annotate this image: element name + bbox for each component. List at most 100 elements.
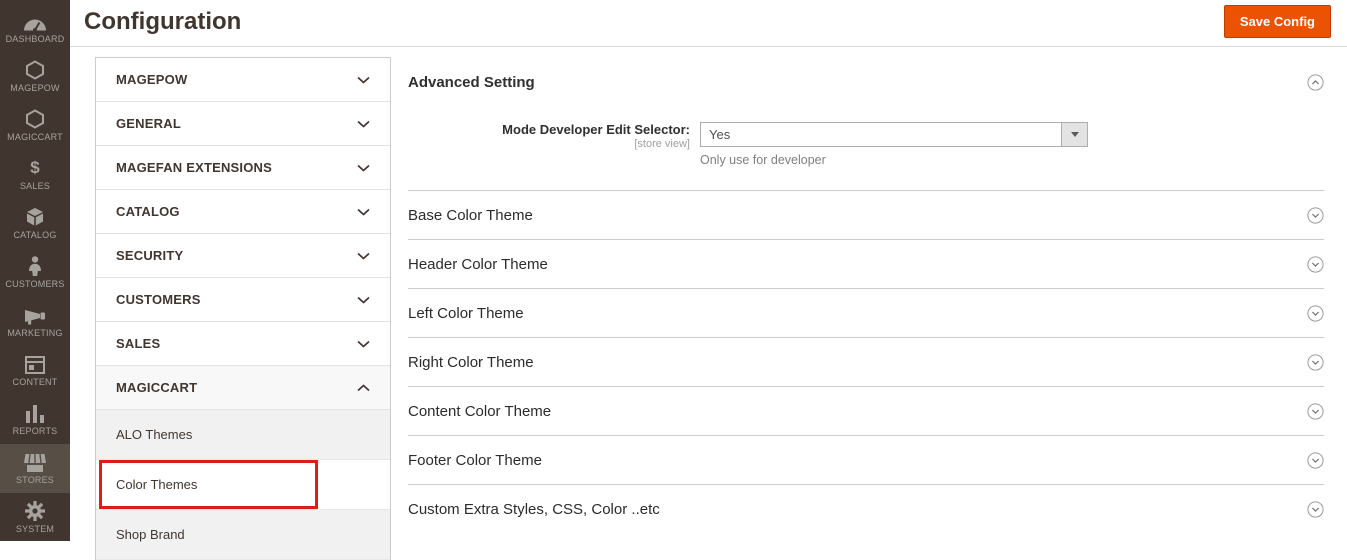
sidebar-item-sales[interactable]: $ SALES (0, 150, 70, 199)
config-nav-magefan-extensions[interactable]: MAGEFAN EXTENSIONS (96, 146, 390, 190)
collapse-circle-down-icon[interactable] (1307, 206, 1324, 224)
collapse-circle-up-icon[interactable] (1307, 74, 1324, 91)
sidebar-item-customers[interactable]: CUSTOMERS (0, 248, 70, 297)
sidebar-item-stores[interactable]: STORES (0, 444, 70, 493)
collapse-circle-down-icon[interactable] (1307, 353, 1324, 371)
page-title: Configuration (84, 8, 242, 35)
config-nav-label: CATALOG (116, 204, 180, 219)
subitem-shop-brand[interactable]: Shop Brand (96, 510, 390, 560)
chevron-down-icon (357, 159, 370, 177)
field-input-column: Yes Only use for developer (700, 122, 1088, 167)
sidebar-item-magepow[interactable]: MAGEPOW (0, 52, 70, 101)
mode-developer-field-row: Mode Developer Edit Selector: [store vie… (408, 122, 1324, 167)
hexagon-icon (25, 60, 45, 80)
chevron-down-icon (357, 335, 370, 353)
chevron-up-icon (357, 379, 370, 397)
config-nav-label: GENERAL (116, 116, 181, 131)
config-nav-magiccart[interactable]: MAGICCART (96, 366, 390, 410)
section-title: Custom Extra Styles, CSS, Color ..etc (408, 500, 660, 518)
box-icon (25, 207, 45, 227)
field-label: Mode Developer Edit Selector: (502, 122, 690, 137)
advanced-setting-header[interactable]: Advanced Setting (408, 74, 1324, 91)
config-nav-label: CUSTOMERS (116, 292, 201, 307)
chevron-down-icon (357, 115, 370, 133)
config-nav-label: MAGEPOW (116, 72, 188, 87)
section-right-color-theme[interactable]: Right Color Theme (408, 337, 1324, 386)
config-nav-security[interactable]: SECURITY (96, 234, 390, 278)
section-left-color-theme[interactable]: Left Color Theme (408, 288, 1324, 337)
config-nav-label: SALES (116, 336, 161, 351)
section-custom-extra-styles[interactable]: Custom Extra Styles, CSS, Color ..etc (408, 484, 1324, 533)
field-label-column: Mode Developer Edit Selector: [store vie… (408, 122, 700, 167)
config-nav-label: MAGEFAN EXTENSIONS (116, 160, 273, 175)
sidebar-item-dashboard[interactable]: DASHBOARD (0, 3, 70, 52)
scope-hint: [store view] (634, 138, 690, 150)
sidebar-item-label: MAGICCART (7, 132, 63, 142)
section-title: Base Color Theme (408, 206, 533, 224)
save-config-button[interactable]: Save Config (1223, 5, 1331, 38)
gear-icon (25, 501, 45, 521)
chevron-down-icon (357, 71, 370, 89)
sidebar-item-label: SALES (19, 181, 51, 191)
sidebar-item-label: CONTENT (12, 377, 58, 387)
section-title: Left Color Theme (408, 304, 524, 322)
chevron-down-icon (357, 291, 370, 309)
admin-sidebar: DASHBOARD MAGEPOW MAGICCART $ SALES CATA… (0, 0, 70, 541)
config-section-nav: MAGEPOW GENERAL MAGEFAN EXTENSIONS CATAL… (95, 57, 391, 560)
config-nav-label: MAGICCART (116, 380, 198, 395)
sidebar-item-marketing[interactable]: MARKETING (0, 297, 70, 346)
sidebar-item-catalog[interactable]: CATALOG (0, 199, 70, 248)
config-nav-general[interactable]: GENERAL (96, 102, 390, 146)
sidebar-item-system[interactable]: SYSTEM (0, 493, 70, 542)
field-comment: Only use for developer (700, 153, 826, 167)
config-nav-sales[interactable]: SALES (96, 322, 390, 366)
subitem-color-themes[interactable]: Color Themes (96, 460, 390, 510)
sidebar-item-label: REPORTS (12, 426, 58, 436)
sidebar-item-content[interactable]: CONTENT (0, 346, 70, 395)
sidebar-item-label: STORES (15, 475, 55, 485)
config-nav-magepow[interactable]: MAGEPOW (96, 58, 390, 102)
person-icon (28, 256, 42, 276)
section-title: Header Color Theme (408, 255, 548, 273)
hexagon-icon (25, 109, 45, 129)
config-nav-catalog[interactable]: CATALOG (96, 190, 390, 234)
config-nav-customers[interactable]: CUSTOMERS (96, 278, 390, 322)
sidebar-item-label: CUSTOMERS (5, 279, 65, 289)
collapse-circle-down-icon[interactable] (1307, 451, 1324, 469)
chevron-down-icon (357, 203, 370, 221)
sidebar-item-label: SYSTEM (15, 524, 55, 534)
collapse-circle-down-icon[interactable] (1307, 500, 1324, 518)
bar-chart-icon (26, 403, 44, 423)
subitem-alo-themes[interactable]: ALO Themes (96, 410, 390, 460)
chevron-down-icon (357, 247, 370, 265)
config-nav-label: SECURITY (116, 248, 184, 263)
section-title: Right Color Theme (408, 353, 534, 371)
section-title: Advanced Setting (408, 74, 535, 91)
collapse-circle-down-icon[interactable] (1307, 255, 1324, 273)
dashboard-icon (24, 11, 46, 31)
collapse-circle-down-icon[interactable] (1307, 304, 1324, 322)
mode-developer-select[interactable]: Yes (700, 122, 1088, 147)
section-title: Content Color Theme (408, 402, 552, 420)
sidebar-item-label: CATALOG (13, 230, 57, 240)
config-main-content: Advanced Setting Mode Developer Edit Sel… (408, 57, 1324, 533)
dollar-icon: $ (30, 158, 40, 177)
select-value: Yes (709, 127, 731, 142)
section-header-color-theme[interactable]: Header Color Theme (408, 239, 1324, 288)
window-icon (25, 354, 45, 374)
collapse-circle-down-icon[interactable] (1307, 402, 1324, 420)
section-footer-color-theme[interactable]: Footer Color Theme (408, 435, 1324, 484)
select-arrow-icon[interactable] (1061, 123, 1087, 146)
advanced-setting-section: Advanced Setting Mode Developer Edit Sel… (408, 57, 1324, 190)
sidebar-item-label: MARKETING (7, 328, 63, 338)
sidebar-item-reports[interactable]: REPORTS (0, 395, 70, 444)
section-content-color-theme[interactable]: Content Color Theme (408, 386, 1324, 435)
page-header: Configuration Save Config (70, 0, 1347, 47)
sidebar-item-magiccart[interactable]: MAGICCART (0, 101, 70, 150)
section-base-color-theme[interactable]: Base Color Theme (408, 190, 1324, 239)
sidebar-item-label: MAGEPOW (10, 83, 60, 93)
magiccart-subitems: ALO Themes Color Themes Shop Brand (96, 410, 390, 560)
sidebar-item-label: DASHBOARD (5, 34, 65, 44)
section-title: Footer Color Theme (408, 451, 542, 469)
megaphone-icon (24, 305, 46, 325)
